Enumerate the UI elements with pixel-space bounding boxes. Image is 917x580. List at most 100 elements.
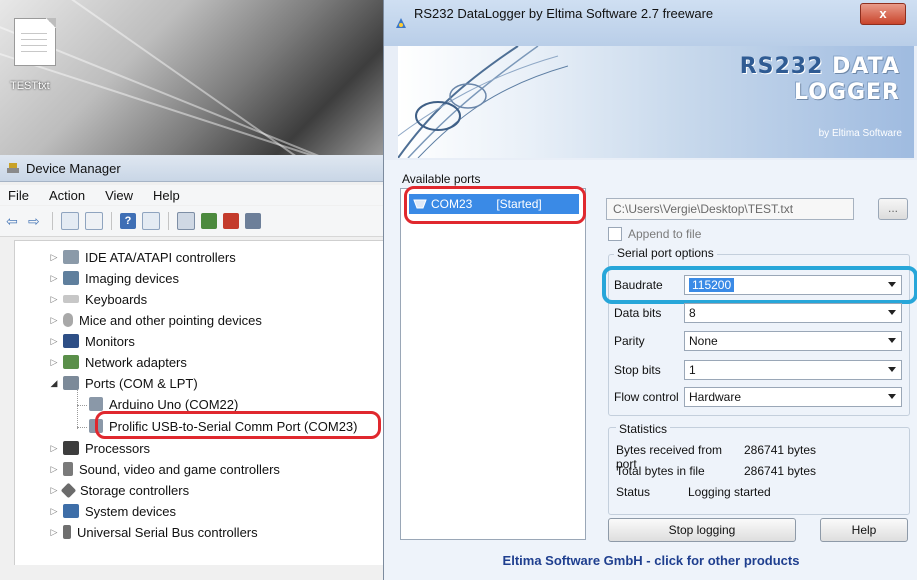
ide-controller-icon xyxy=(63,250,79,264)
tree-item-monitors[interactable]: ▷ Monitors xyxy=(49,331,135,351)
dropdown-arrow-icon[interactable] xyxy=(888,310,896,315)
expand-arrow-icon[interactable]: ▷ xyxy=(49,464,59,475)
tree-item-label: Mice and other pointing devices xyxy=(79,312,262,328)
parity-label: Parity xyxy=(614,334,645,348)
usb-icon xyxy=(63,525,71,539)
tree-item-imaging[interactable]: ▷ Imaging devices xyxy=(49,268,179,288)
help-button[interactable]: Help xyxy=(820,518,908,542)
tree-item-storage[interactable]: ▷ Storage controllers xyxy=(49,480,189,500)
mouse-icon xyxy=(63,313,73,327)
rs232-main-panel: Available ports COM23 [Started] C:\Users… xyxy=(384,160,917,546)
menu-help[interactable]: Help xyxy=(153,188,180,203)
rs232-banner: RS232 DATA LOGGER by Eltima Software xyxy=(398,46,914,158)
tree-item-label: System devices xyxy=(85,503,177,519)
close-button[interactable]: x xyxy=(860,3,906,25)
uninstall-icon[interactable] xyxy=(223,213,239,229)
stop-logging-button[interactable]: Stop logging xyxy=(608,518,796,542)
eltima-products-link[interactable]: Eltima Software GmbH - click for other p… xyxy=(384,546,917,580)
menu-view[interactable]: View xyxy=(105,188,133,203)
tree-item-system[interactable]: ▷ System devices xyxy=(49,501,177,521)
update-driver-icon[interactable] xyxy=(201,213,217,229)
stop-bits-value: 1 xyxy=(689,363,696,377)
sound-icon xyxy=(63,462,73,476)
tree-item-usb[interactable]: ▷ Universal Serial Bus controllers xyxy=(49,522,258,542)
rs232-titlebar[interactable]: RS232 DataLogger by Eltima Software 2.7 … xyxy=(384,0,917,46)
annotation-highlight-baudrate xyxy=(602,266,917,304)
statistics-label: Statistics xyxy=(616,422,671,436)
back-arrow-icon[interactable]: ⇦ xyxy=(6,213,22,229)
expand-arrow-icon[interactable]: ▷ xyxy=(49,527,59,538)
tree-item-ide[interactable]: ▷ IDE ATA/ATAPI controllers xyxy=(49,247,236,267)
stop-bits-select[interactable]: 1 xyxy=(684,360,902,380)
keyboard-icon xyxy=(63,295,79,303)
expand-arrow-icon[interactable]: ▷ xyxy=(49,336,59,347)
append-checkbox[interactable] xyxy=(608,227,622,241)
data-bits-label: Data bits xyxy=(614,306,662,320)
append-to-file-row[interactable]: Append to file xyxy=(608,227,701,241)
expand-arrow-icon[interactable]: ▷ xyxy=(49,485,59,496)
tree-item-label: Processors xyxy=(85,440,151,456)
tree-item-keyboards[interactable]: ▷ Keyboards xyxy=(49,289,148,309)
stat-status: Status Logging started xyxy=(616,485,771,499)
menu-action[interactable]: Action xyxy=(49,188,85,203)
banner-title-rs232: RS232 xyxy=(739,54,824,79)
device-manager-icon xyxy=(7,163,19,173)
monitor-icon xyxy=(63,334,79,348)
expand-arrow-icon[interactable]: ▷ xyxy=(49,506,59,517)
annotation-highlight-com23 xyxy=(404,186,586,224)
tree-item-sound[interactable]: ▷ Sound, video and game controllers xyxy=(49,459,280,479)
rs232-datalogger-window: RS232 DataLogger by Eltima Software 2.7 … xyxy=(383,0,917,580)
parity-select[interactable]: None xyxy=(684,331,902,351)
tree-item-mice[interactable]: ▷ Mice and other pointing devices xyxy=(49,310,262,330)
forward-arrow-icon[interactable]: ⇨ xyxy=(28,213,44,229)
dropdown-arrow-icon[interactable] xyxy=(888,338,896,343)
properties-icon[interactable] xyxy=(85,212,103,230)
tree-item-label: Monitors xyxy=(85,333,135,349)
expand-arrow-icon[interactable]: ▷ xyxy=(49,252,59,263)
flow-control-select[interactable]: Hardware xyxy=(684,387,902,407)
dropdown-arrow-icon[interactable] xyxy=(888,394,896,399)
desktop-file-label[interactable]: TESTtxt xyxy=(10,80,50,92)
desktop-background: TESTtxt xyxy=(0,0,383,155)
tree-item-label: Keyboards xyxy=(85,291,148,307)
tree-item-network[interactable]: ▷ Network adapters xyxy=(49,352,187,372)
help-icon[interactable]: ? xyxy=(120,213,136,229)
data-bits-select[interactable]: 8 xyxy=(684,303,902,323)
dropdown-arrow-icon[interactable] xyxy=(888,367,896,372)
device-manager-statusbar xyxy=(0,565,383,580)
expand-arrow-icon[interactable]: ▷ xyxy=(49,357,59,368)
banner-byline: by Eltima Software xyxy=(818,128,902,139)
log-file-path-field[interactable]: C:\Users\Vergie\Desktop\TEST.txt xyxy=(606,198,854,220)
device-manager-title: Device Manager xyxy=(26,160,121,176)
device-manager-titlebar[interactable]: Device Manager xyxy=(0,155,383,182)
menu-file[interactable]: File xyxy=(8,188,29,203)
expand-arrow-icon[interactable]: ▷ xyxy=(49,315,59,326)
tree-item-label: IDE ATA/ATAPI controllers xyxy=(85,249,236,265)
cable-illustration-icon xyxy=(398,46,568,158)
tree-item-label: Universal Serial Bus controllers xyxy=(77,524,258,540)
banner-title-logger: LOGGER xyxy=(793,80,900,105)
scan-hardware-icon[interactable] xyxy=(177,212,195,230)
tree-item-label: Imaging devices xyxy=(85,270,179,286)
banner-title: RS232 DATA LOGGER xyxy=(740,54,900,106)
app-icon xyxy=(396,18,406,28)
tree-item-label: Network adapters xyxy=(85,354,187,370)
tree-item-ports[interactable]: ◢ Ports (COM & LPT) xyxy=(49,373,198,393)
device-tree: ▷ IDE ATA/ATAPI controllers ▷ Imaging de… xyxy=(14,240,384,566)
annotation-highlight-prolific xyxy=(95,411,381,439)
tree-item-processors[interactable]: ▷ Processors xyxy=(49,438,151,458)
stat-total-bytes: Total bytes in file 286741 bytes xyxy=(616,464,816,478)
collapse-arrow-icon[interactable]: ◢ xyxy=(49,378,59,389)
stat-value: Logging started xyxy=(688,485,771,499)
list-view-icon[interactable] xyxy=(142,212,160,230)
expand-arrow-icon[interactable]: ▷ xyxy=(49,294,59,305)
flow-control-row: Flow control Hardware xyxy=(614,386,902,408)
disable-device-icon[interactable] xyxy=(245,213,261,229)
expand-arrow-icon[interactable]: ▷ xyxy=(49,443,59,454)
available-ports-list[interactable]: COM23 [Started] xyxy=(400,188,586,540)
stop-bits-label: Stop bits xyxy=(614,363,661,377)
show-hide-console-icon[interactable] xyxy=(61,212,79,230)
browse-button[interactable]: ... xyxy=(878,198,908,220)
expand-arrow-icon[interactable]: ▷ xyxy=(49,273,59,284)
text-file-icon[interactable] xyxy=(14,18,56,66)
